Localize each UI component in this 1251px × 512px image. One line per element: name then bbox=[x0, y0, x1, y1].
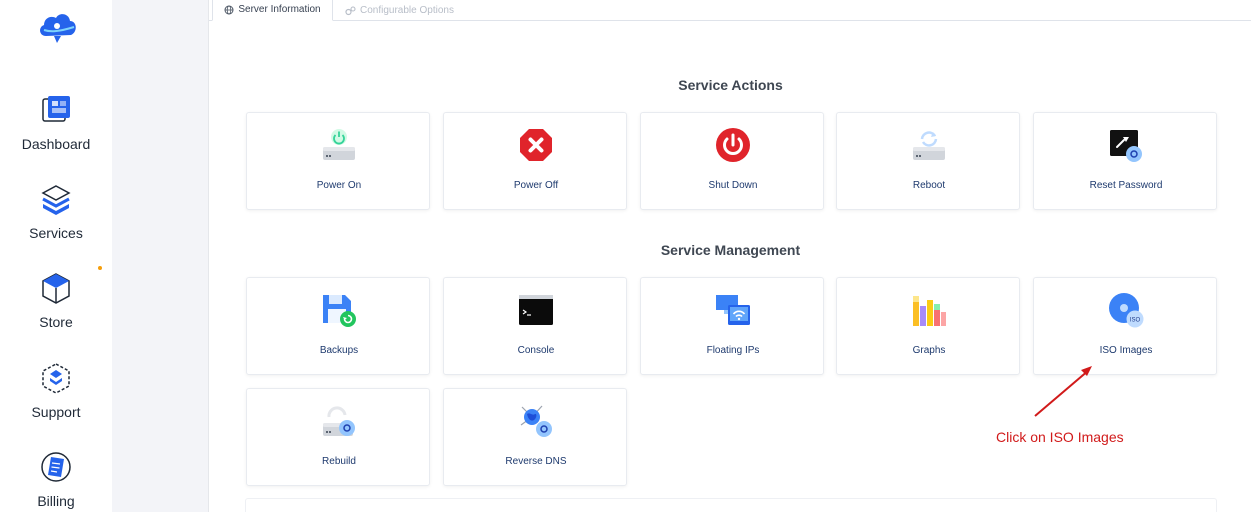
shut-down-icon bbox=[716, 128, 750, 162]
card-label: Console bbox=[517, 345, 555, 356]
sidebar-item-store[interactable]: Store bbox=[0, 270, 112, 330]
sidebar-item-dashboard[interactable]: Dashboard bbox=[0, 92, 112, 152]
shut-down-button[interactable]: Shut Down bbox=[640, 112, 824, 210]
graphs-button[interactable]: Graphs bbox=[836, 277, 1020, 375]
reset-password-button[interactable]: Reset Password bbox=[1033, 112, 1217, 210]
support-icon bbox=[42, 363, 70, 394]
iso-badge-text: ISO bbox=[1130, 318, 1141, 324]
backups-button[interactable]: Backups bbox=[246, 277, 430, 375]
reverse-dns-button[interactable]: Reverse DNS bbox=[443, 388, 627, 486]
dashboard-icon bbox=[42, 96, 70, 122]
rebuild-button[interactable]: Rebuild bbox=[246, 388, 430, 486]
billing-icon bbox=[41, 452, 71, 482]
iso-images-icon: ISO bbox=[1109, 293, 1144, 328]
power-on-button[interactable]: Power On bbox=[246, 112, 430, 210]
annotation-text: Click on ISO Images bbox=[996, 429, 1124, 445]
rebuild-icon bbox=[323, 406, 355, 436]
floating-ips-button[interactable]: Floating IPs bbox=[640, 277, 824, 375]
power-off-icon bbox=[520, 129, 552, 161]
tab-label: Configurable Options bbox=[360, 4, 454, 16]
floating-ips-icon bbox=[716, 295, 750, 325]
tab-configurable-options[interactable]: Configurable Options bbox=[339, 0, 460, 21]
layout-gutter bbox=[112, 0, 208, 512]
tab-label: Server Information bbox=[238, 4, 321, 15]
reset-password-icon bbox=[1110, 130, 1142, 162]
sidebar-item-label: Support bbox=[31, 404, 81, 420]
console-button[interactable]: Console bbox=[443, 277, 627, 375]
card-label: Floating IPs bbox=[706, 345, 760, 356]
sidebar-item-support[interactable]: Support bbox=[0, 360, 112, 420]
notification-dot bbox=[98, 266, 102, 270]
card-label: Power Off bbox=[513, 180, 559, 191]
card-label: ISO Images bbox=[1099, 345, 1153, 356]
brand-logo-icon[interactable] bbox=[36, 10, 78, 46]
card-label: Backups bbox=[319, 345, 359, 356]
sidebar-item-label: Services bbox=[29, 225, 83, 241]
store-icon bbox=[42, 273, 70, 304]
service-actions-title: Service Actions bbox=[678, 77, 783, 93]
card-label: Graphs bbox=[912, 345, 946, 356]
backups-icon bbox=[323, 295, 356, 327]
sidebar-item-billing[interactable]: Billing bbox=[0, 449, 112, 509]
service-management-title: Service Management bbox=[660, 242, 801, 258]
globe-icon bbox=[224, 5, 234, 15]
card-label: Rebuild bbox=[322, 456, 356, 467]
sidebar-item-label: Store bbox=[39, 314, 73, 330]
card-label: Reboot bbox=[912, 180, 946, 191]
sidebar-item-label: Dashboard bbox=[21, 136, 91, 152]
main-panel: Server Information Configurable Options … bbox=[208, 0, 1251, 512]
power-off-button[interactable]: Power Off bbox=[443, 112, 627, 210]
graphs-icon bbox=[913, 296, 946, 326]
sidebar: Dashboard Services Store Support Billing bbox=[0, 0, 112, 512]
sidebar-item-services[interactable]: Services bbox=[0, 181, 112, 241]
console-icon bbox=[519, 295, 553, 325]
power-on-icon bbox=[323, 129, 355, 160]
cogs-icon bbox=[345, 5, 356, 15]
next-panel-card bbox=[245, 498, 1217, 512]
card-label: Reset Password bbox=[1089, 180, 1163, 191]
tab-server-information[interactable]: Server Information bbox=[212, 0, 333, 21]
tab-bar: Server Information Configurable Options bbox=[209, 0, 1251, 21]
sidebar-item-label: Billing bbox=[37, 493, 75, 509]
reboot-icon bbox=[913, 131, 945, 160]
card-label: Reverse DNS bbox=[505, 456, 567, 467]
reverse-dns-icon bbox=[520, 405, 552, 437]
reboot-button[interactable]: Reboot bbox=[836, 112, 1020, 210]
annotation-arrow-icon bbox=[1034, 366, 1092, 417]
card-label: Shut Down bbox=[708, 180, 758, 191]
services-icon bbox=[41, 185, 71, 215]
card-label: Power On bbox=[316, 180, 362, 191]
